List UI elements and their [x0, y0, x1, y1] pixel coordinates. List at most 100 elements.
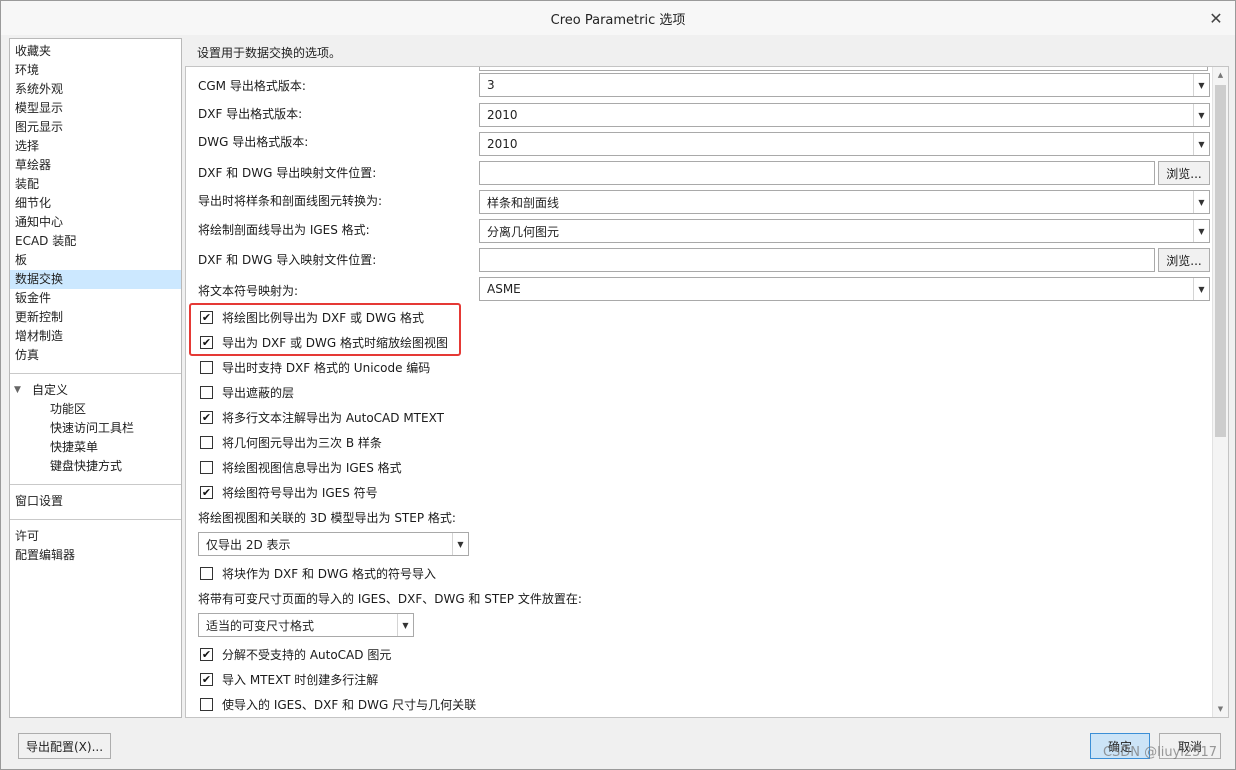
nav-item-10[interactable]: ECAD 装配	[10, 232, 181, 251]
nav-group-customize[interactable]: ▼ 自定义	[10, 381, 181, 400]
chevron-down-icon[interactable]: ▼	[1193, 278, 1209, 300]
browse-export-map-button[interactable]: 浏览...	[1158, 161, 1210, 185]
import-map-path-input[interactable]	[479, 248, 1155, 272]
nav-item-7[interactable]: 装配	[10, 175, 181, 194]
scroll-down-icon[interactable]: ▼	[1213, 701, 1228, 717]
nav-item-13[interactable]: 钣金件	[10, 289, 181, 308]
field-label-dxf: DXF 导出格式版本:	[198, 106, 303, 121]
select-value: 3	[487, 78, 495, 92]
checkbox-label: 将几何图元导出为三次 B 样条	[222, 435, 382, 450]
nav-sub-item-0[interactable]: 功能区	[10, 400, 181, 419]
nav-item-window-settings[interactable]: 窗口设置	[10, 492, 181, 511]
nav-item-bottom-1[interactable]: 配置编辑器	[10, 546, 181, 565]
checkbox-checked[interactable]: ✔	[200, 647, 213, 661]
nav-item-16[interactable]: 仿真	[10, 346, 181, 365]
chevron-down-icon[interactable]: ▼	[452, 533, 468, 555]
nav-item-12[interactable]: 数据交换	[10, 270, 181, 289]
checkbox-row[interactable]: 将绘图视图信息导出为 IGES 格式	[200, 457, 402, 477]
nav-item-4[interactable]: 图元显示	[10, 118, 181, 137]
close-icon[interactable]: ✕	[1207, 9, 1225, 28]
step-export-select[interactable]: 仅导出 2D 表示 ▼	[198, 532, 469, 556]
options-dialog: Creo Parametric 选项 ✕ 收藏夹 环境 系统外观 模型显示 图元显示 选择…	[0, 0, 1236, 770]
divider	[10, 484, 181, 485]
checkbox-checked[interactable]: ✔	[200, 672, 213, 686]
cgm-version-select[interactable]: 3 ▼	[479, 73, 1210, 97]
chevron-down-icon[interactable]: ▼	[1193, 191, 1209, 213]
nav-item-2[interactable]: 系统外观	[10, 80, 181, 99]
nav-item-0[interactable]: 收藏夹	[10, 42, 181, 61]
checkbox-label: 导入 MTEXT 时创建多行注解	[222, 672, 379, 687]
chevron-down-icon[interactable]: ▼	[1193, 104, 1209, 126]
spline-convert-select[interactable]: 样条和剖面线 ▼	[479, 190, 1210, 214]
checkbox-label: 将绘图符号导出为 IGES 符号	[222, 485, 378, 500]
nav-item-9[interactable]: 通知中心	[10, 213, 181, 232]
nav-item-1[interactable]: 环境	[10, 61, 181, 80]
nav-item-bottom-0[interactable]: 许可	[10, 527, 181, 546]
nav-item-8[interactable]: 细节化	[10, 194, 181, 213]
checkbox-row[interactable]: ✔ 导入 MTEXT 时创建多行注解	[200, 669, 378, 689]
scroll-up-icon[interactable]: ▲	[1213, 67, 1228, 83]
checkbox-row[interactable]: ✔ 导出为 DXF 或 DWG 格式时缩放绘图视图	[200, 332, 448, 352]
export-config-button[interactable]: 导出配置(X)...	[18, 733, 111, 759]
place-files-select[interactable]: 适当的可变尺寸格式 ▼	[198, 613, 414, 637]
export-map-path-input[interactable]	[479, 161, 1155, 185]
triangle-down-icon[interactable]: ▼	[14, 381, 32, 400]
checkbox[interactable]	[200, 566, 213, 580]
dwg-version-select[interactable]: 2010 ▼	[479, 132, 1210, 156]
checkbox-unchecked[interactable]	[200, 435, 213, 449]
checkbox-label: 将块作为 DXF 和 DWG 格式的符号导入	[222, 566, 437, 581]
checkbox-row-block-import[interactable]: 将块作为 DXF 和 DWG 格式的符号导入	[200, 563, 436, 583]
checkbox-label: 分解不受支持的 AutoCAD 图元	[222, 647, 392, 662]
scroll-thumb[interactable]	[1215, 85, 1226, 437]
field-label-cgm: CGM 导出格式版本:	[198, 78, 306, 93]
checkbox-checked[interactable]: ✔	[200, 310, 213, 324]
nav-item-14[interactable]: 更新控制	[10, 308, 181, 327]
checkbox-unchecked[interactable]	[200, 360, 213, 374]
chevron-down-icon[interactable]: ▼	[397, 614, 413, 636]
checkbox-row[interactable]: 使导入的 IGES、DXF 和 DWG 尺寸与几何关联	[200, 694, 476, 714]
checkbox-row[interactable]: ✔ 将绘图符号导出为 IGES 符号	[200, 482, 378, 502]
checkbox-unchecked[interactable]	[200, 697, 213, 711]
nav-sub-item-2[interactable]: 快捷菜单	[10, 438, 181, 457]
options-scroll-area[interactable]: CGM 导出格式版本: 3 ▼ DXF 导出格式版本: 2010 ▼ DWG 导…	[185, 66, 1229, 718]
nav-group-label: 自定义	[32, 383, 69, 397]
dxf-version-select[interactable]: 2010 ▼	[479, 103, 1210, 127]
text-symbol-map-select[interactable]: ASME ▼	[479, 277, 1210, 301]
nav-item-6[interactable]: 草绘器	[10, 156, 181, 175]
checkbox-label: 将多行文本注解导出为 AutoCAD MTEXT	[222, 410, 444, 425]
checkbox-row[interactable]: ✔ 将绘图比例导出为 DXF 或 DWG 格式	[200, 307, 424, 327]
title-bar: Creo Parametric 选项 ✕	[1, 1, 1235, 35]
vertical-scrollbar[interactable]: ▲ ▼	[1212, 67, 1228, 717]
nav-item-3[interactable]: 模型显示	[10, 99, 181, 118]
iges-xhatch-select[interactable]: 分离几何图元 ▼	[479, 219, 1210, 243]
checkbox-checked[interactable]: ✔	[200, 410, 213, 424]
checkbox-row[interactable]: ✔ 将多行文本注解导出为 AutoCAD MTEXT	[200, 407, 444, 427]
checkbox-row[interactable]: ✔ 分解不受支持的 AutoCAD 图元	[200, 644, 391, 664]
chevron-down-icon[interactable]: ▼	[1193, 220, 1209, 242]
checkbox-row[interactable]: 导出时支持 DXF 格式的 Unicode 编码	[200, 357, 430, 377]
nav-sub-item-1[interactable]: 快速访问工具栏	[10, 419, 181, 438]
nav-item-15[interactable]: 增材制造	[10, 327, 181, 346]
field-label-import-map: DXF 和 DWG 导入映射文件位置:	[198, 252, 377, 267]
nav-sub-item-3[interactable]: 键盘快捷方式	[10, 457, 181, 476]
checkbox-checked[interactable]: ✔	[200, 335, 213, 349]
nav-item-11[interactable]: 板	[10, 251, 181, 270]
checkbox-unchecked[interactable]	[200, 460, 213, 474]
field-label-dwg: DWG 导出格式版本:	[198, 134, 309, 149]
browse-import-map-button[interactable]: 浏览...	[1158, 248, 1210, 272]
checkbox-row[interactable]: 导出遮蔽的层	[200, 382, 294, 402]
checkbox-unchecked[interactable]	[200, 385, 213, 399]
select-value: 样条和剖面线	[487, 195, 560, 210]
field-label-iges-xhatch: 将绘制剖面线导出为 IGES 格式:	[198, 222, 370, 237]
checkbox-label: 将绘图比例导出为 DXF 或 DWG 格式	[222, 310, 425, 325]
panel-description: 设置用于数据交换的选项。	[197, 46, 342, 60]
select-value: 2010	[487, 108, 518, 122]
nav-item-5[interactable]: 选择	[10, 137, 181, 156]
checkbox-label: 将绘图视图信息导出为 IGES 格式	[222, 460, 402, 475]
chevron-down-icon[interactable]: ▼	[1193, 133, 1209, 155]
checkbox-row[interactable]: 将几何图元导出为三次 B 样条	[200, 432, 382, 452]
chevron-down-icon[interactable]: ▼	[1193, 74, 1209, 96]
checkbox-checked[interactable]: ✔	[200, 485, 213, 499]
select-value: ASME	[487, 282, 521, 296]
partial-combo-top	[479, 67, 1208, 71]
